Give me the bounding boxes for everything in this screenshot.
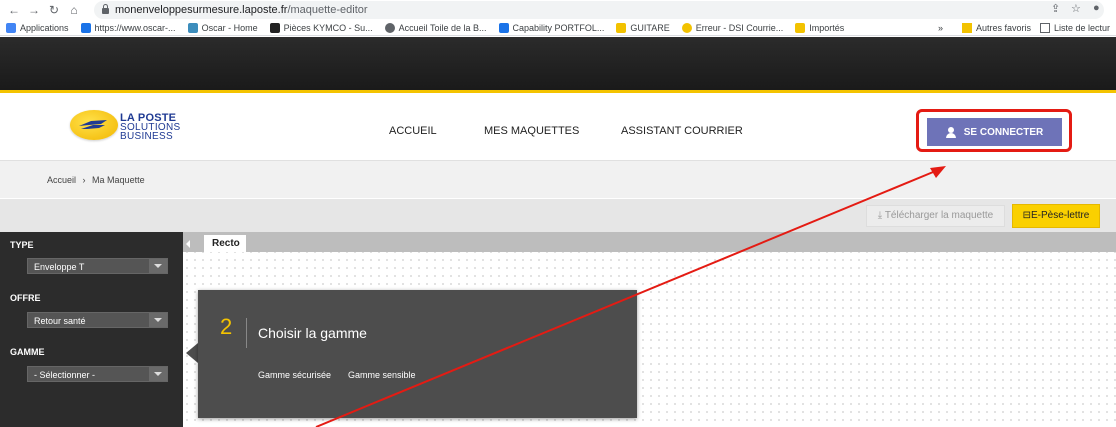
share-icon[interactable]: ⇪: [1051, 2, 1060, 15]
capability-icon: [498, 22, 509, 33]
page: ← → ↻ ⌂ monenveloppesurmesure.laposte.fr…: [0, 0, 1116, 427]
logo-line3: BUSINESS: [120, 131, 173, 142]
offre-label: OFFRE: [10, 293, 41, 303]
chevron-down-icon: [149, 313, 167, 327]
reload-icon[interactable]: ↻: [46, 2, 62, 18]
step-number: 2: [220, 314, 233, 339]
kymco-icon: [269, 22, 280, 33]
bookmark-item[interactable]: Capability PORTFOL...: [498, 22, 605, 33]
gamme-value: - Sélectionner -: [34, 370, 96, 380]
laposte-logo-icon[interactable]: [70, 110, 118, 140]
bookmark-item[interactable]: GUITARE: [616, 22, 670, 33]
bookmark-item[interactable]: Oscar - Home: [187, 22, 258, 33]
bookmark-label: Oscar - Home: [201, 22, 258, 33]
editor-toolbar: ⤓ Télécharger la maquette ⊟E-Pèse-lettre: [0, 199, 1116, 232]
lock-icon: [102, 4, 109, 14]
breadcrumb-home[interactable]: Accueil: [47, 175, 76, 185]
folder-icon: [616, 22, 627, 33]
bookmarks-bar: Applications https://www.oscar-... Oscar…: [0, 20, 1116, 36]
step-divider: [246, 318, 247, 348]
reading-list[interactable]: Liste de lectur: [1040, 20, 1111, 35]
apps-grid-icon: [6, 22, 16, 33]
forward-icon[interactable]: →: [26, 2, 42, 18]
breadcrumb: Accueil › Ma Maquette: [0, 160, 1116, 198]
globe-icon: [384, 22, 395, 33]
type-value: Enveloppe T: [34, 262, 85, 272]
step-popup: 2 Choisir la gamme Gamme sécurisée Gamme…: [198, 290, 637, 418]
option-gamme-sensible[interactable]: Gamme sensible: [348, 370, 416, 380]
bookmark-label: Pièces KYMCO - Su...: [283, 22, 373, 33]
site-header: LA POSTE SOLUTIONS BUSINESS ACCUEIL MES …: [0, 96, 1116, 160]
overflow-label: »: [938, 23, 944, 33]
config-sidebar: TYPE Enveloppe T OFFRE Retour santé GAMM…: [0, 232, 183, 427]
logo-text: LA POSTE SOLUTIONS BUSINESS: [120, 113, 181, 142]
nav-assistant-courrier[interactable]: ASSISTANT COURRIER: [621, 125, 743, 137]
tab-recto[interactable]: Recto: [204, 235, 246, 252]
profile-icon[interactable]: ●: [1093, 2, 1100, 14]
other-favorites-label: Autres favoris: [976, 23, 1032, 33]
breadcrumb-separator: ›: [82, 175, 86, 185]
popup-pointer: [186, 343, 198, 363]
browser-toolbar: ← → ↻ ⌂ monenveloppesurmesure.laposte.fr…: [0, 0, 1116, 20]
e-pese-lettre-button[interactable]: ⊟E-Pèse-lettre: [1012, 204, 1100, 228]
bookmark-label: Capability PORTFOL...: [512, 22, 605, 33]
bookmark-item[interactable]: Pièces KYMCO - Su...: [269, 22, 373, 33]
annotation-highlight-box: SE CONNECTER: [916, 109, 1072, 152]
bookmarks-overflow[interactable]: »: [938, 20, 944, 35]
oscar-home-icon: [187, 22, 198, 33]
back-icon[interactable]: ←: [6, 2, 22, 18]
chevron-down-icon: [149, 367, 167, 381]
scale-icon: ⊟: [1022, 210, 1032, 221]
bookmark-label: https://www.oscar-...: [94, 22, 176, 33]
offre-value: Retour santé: [34, 316, 86, 326]
gamme-label: GAMME: [10, 347, 45, 357]
user-icon: [945, 126, 956, 138]
step-title: Choisir la gamme: [258, 325, 367, 341]
reading-list-label: Liste de lectur: [1054, 23, 1111, 33]
pese-label: E-Pèse-lettre: [1031, 210, 1090, 221]
bookmark-item[interactable]: Erreur - DSI Courrie...: [681, 22, 784, 33]
breadcrumb-current: Ma Maquette: [92, 175, 145, 185]
bookmark-item[interactable]: https://www.oscar-...: [80, 22, 176, 33]
download-icon: ⤓: [877, 210, 883, 221]
gamme-select[interactable]: - Sélectionner -: [27, 366, 168, 382]
connect-button[interactable]: SE CONNECTER: [927, 118, 1062, 146]
nav-accueil[interactable]: ACCUEIL: [389, 125, 437, 137]
star-icon[interactable]: ☆: [1071, 2, 1081, 15]
oscar-icon: [80, 22, 91, 33]
download-mockup-button[interactable]: ⤓ Télécharger la maquette: [866, 205, 1005, 227]
other-favorites[interactable]: Autres favoris: [962, 20, 1032, 35]
laposte-icon: [681, 22, 692, 33]
folder-icon: [962, 23, 972, 33]
folder-icon: [795, 22, 806, 33]
bookmark-item[interactable]: Accueil Toile de la B...: [384, 22, 487, 33]
bookmark-label: Applications: [20, 22, 69, 33]
bookmark-label: GUITARE: [630, 22, 670, 33]
chevron-down-icon: [149, 259, 167, 273]
reading-list-icon: [1040, 23, 1050, 33]
home-icon[interactable]: ⌂: [66, 2, 82, 18]
nav-mes-maquettes[interactable]: MES MAQUETTES: [484, 125, 579, 137]
url-host: monenveloppesurmesure.laposte.fr: [115, 4, 288, 16]
tab-strip: Recto: [183, 232, 1116, 252]
bookmark-label: Importés: [809, 22, 845, 33]
download-label: Télécharger la maquette: [884, 210, 994, 221]
collapse-sidebar-icon[interactable]: [186, 240, 190, 248]
bookmark-label: Accueil Toile de la B...: [398, 22, 487, 33]
bookmark-item[interactable]: Importés: [795, 22, 845, 33]
bookmark-item[interactable]: Applications: [6, 22, 69, 33]
url-path: /maquette-editor: [287, 4, 368, 16]
offre-select[interactable]: Retour santé: [27, 312, 168, 328]
connect-label: SE CONNECTER: [963, 126, 1044, 138]
site-top-bar: [0, 37, 1116, 93]
address-bar[interactable]: monenveloppesurmesure.laposte.fr/maquett…: [94, 1, 1104, 19]
bookmark-label: Erreur - DSI Courrie...: [695, 22, 784, 33]
type-label: TYPE: [10, 240, 34, 250]
type-select[interactable]: Enveloppe T: [27, 258, 168, 274]
option-gamme-securisee[interactable]: Gamme sécurisée: [258, 370, 331, 380]
